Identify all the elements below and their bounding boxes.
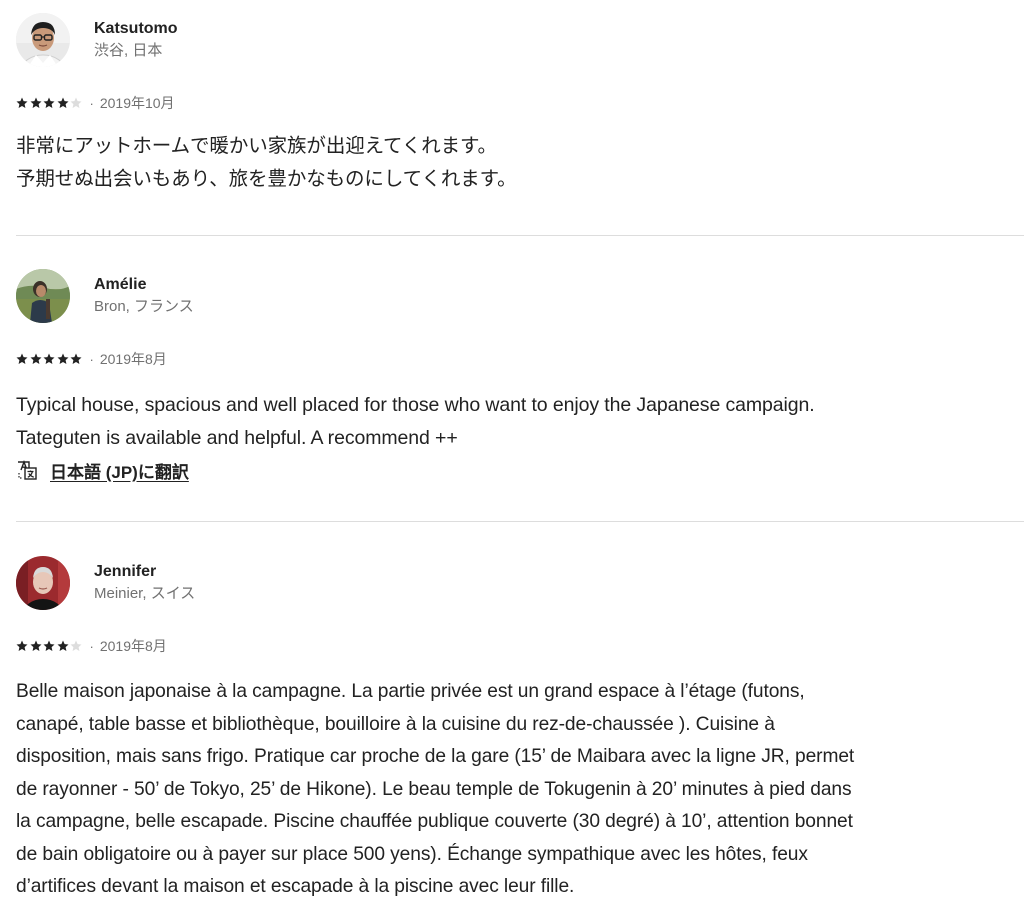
star-empty-icon: [70, 97, 84, 109]
reviewer-location: Meinier, スイス: [94, 585, 196, 602]
reviewer-name[interactable]: Katsutomo: [94, 19, 178, 39]
translate-icon: [16, 459, 38, 481]
star-filled-icon: [16, 640, 30, 652]
review-item: Jennifer Meinier, スイス · 2019年8月 Belle ma…: [16, 555, 1024, 904]
review-divider: [16, 235, 1024, 236]
review-text: Typical house, spacious and well placed …: [16, 394, 815, 449]
review-date: 2019年8月: [99, 638, 167, 654]
meta-separator: ·: [89, 351, 94, 367]
star-filled-icon: [16, 97, 30, 109]
reviewer-avatar[interactable]: [16, 556, 70, 610]
review-text: 非常にアットホームで暖かい家族が出迎えてくれます。 予期せぬ出会いもあり、旅を豊…: [16, 135, 517, 190]
review-header: Katsutomo 渋谷, 日本: [16, 12, 1024, 68]
review-header: Jennifer Meinier, スイス: [16, 555, 1024, 611]
review-item: Amélie Bron, フランス · 2019年8月 Typical hous…: [16, 268, 1024, 483]
star-empty-icon: [70, 640, 84, 652]
meta-separator: ·: [89, 638, 94, 654]
star-filled-icon: [57, 640, 71, 652]
star-rating: [16, 353, 84, 365]
reviewer-location: 渋谷, 日本: [94, 42, 163, 59]
review-meta: · 2019年8月: [16, 349, 1024, 369]
star-rating: [16, 97, 84, 109]
star-rating: [16, 640, 84, 652]
translate-row: 日本語 (JP)に翻訳: [16, 457, 1024, 483]
reviewer-avatar[interactable]: [16, 13, 70, 67]
star-filled-icon: [43, 640, 57, 652]
reviewer-location: Bron, フランス: [94, 298, 194, 315]
translate-link[interactable]: 日本語 (JP)に翻訳: [50, 458, 189, 483]
review-date: 2019年10月: [99, 95, 175, 111]
star-filled-icon: [30, 640, 44, 652]
star-filled-icon: [70, 353, 84, 365]
reviewer-info: Katsutomo 渋谷, 日本: [94, 19, 178, 61]
star-filled-icon: [57, 353, 71, 365]
star-filled-icon: [30, 97, 44, 109]
reviewer-name[interactable]: Jennifer: [94, 562, 195, 582]
star-filled-icon: [43, 353, 57, 365]
reviewer-info: Jennifer Meinier, スイス: [94, 562, 195, 604]
review-text: Belle maison japonaise à la campagne. La…: [16, 681, 855, 897]
reviewer-avatar[interactable]: [16, 269, 70, 323]
review-date: 2019年8月: [99, 351, 167, 367]
star-filled-icon: [16, 353, 30, 365]
review-meta: · 2019年8月: [16, 636, 1024, 656]
reviewer-info: Amélie Bron, フランス: [94, 275, 194, 317]
person-glasses-avatar-icon: [16, 13, 70, 67]
reviews-list: Katsutomo 渋谷, 日本 · 2019年10月 非常にアットホームで暖か…: [0, 0, 1024, 906]
review-divider: [16, 521, 1024, 522]
review-header: Amélie Bron, フランス: [16, 268, 1024, 324]
star-filled-icon: [30, 353, 44, 365]
person-outdoor-avatar-icon: [16, 269, 70, 323]
meta-separator: ·: [89, 95, 94, 111]
review-item: Katsutomo 渋谷, 日本 · 2019年10月 非常にアットホームで暖か…: [16, 12, 1024, 195]
reviewer-name[interactable]: Amélie: [94, 275, 194, 295]
star-filled-icon: [43, 97, 57, 109]
review-meta: · 2019年10月: [16, 93, 1024, 113]
person-red-background-avatar-icon: [16, 556, 70, 610]
star-filled-icon: [57, 97, 71, 109]
